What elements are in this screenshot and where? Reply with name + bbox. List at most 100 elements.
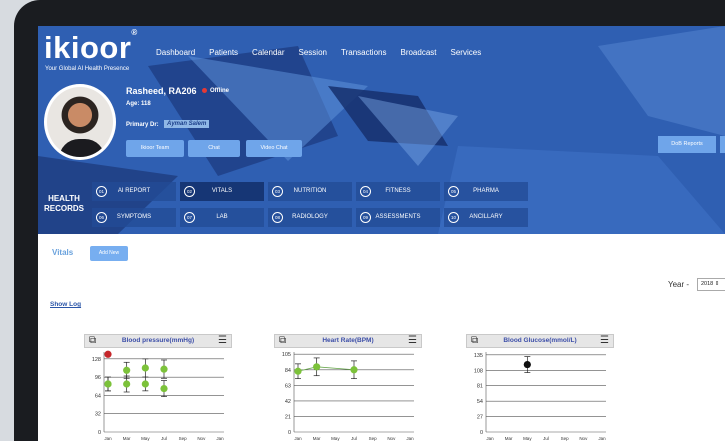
app-tagline: Your Global AI Health Presence [45, 66, 130, 72]
primary-doctor-name[interactable]: Ayman Salem [164, 120, 210, 128]
record-symptoms[interactable]: 06 SYMPTOMS [92, 208, 176, 227]
data-point [141, 380, 149, 388]
x-tick-label: Jan [216, 436, 224, 441]
record-assessments[interactable]: 09 ASSESSMENTS [356, 208, 440, 227]
x-tick-label: Mar [313, 436, 321, 441]
primary-doctor-label: Primary Dr: [126, 122, 159, 128]
patient-name: Rasheed, RA206 [126, 86, 197, 96]
dob-reports-button[interactable]: DoB Reports [658, 136, 716, 153]
chart-plot: 0 21 42 63 84 105 Jan Mar May Jul Sep Nov Jan [282, 352, 414, 441]
x-tick-label: Nov [387, 436, 396, 441]
chart-blood-pressure: ⧉ Blood pressure(mmHg) ☰ 0 32 64 96 128 Jan Ma… [84, 334, 232, 441]
x-tick-label: Sep [369, 436, 378, 441]
y-tick-label: 21 [285, 414, 291, 420]
x-tick-label: Sep [561, 436, 570, 441]
chat-button[interactable]: Chat [188, 140, 240, 157]
record-ai-report[interactable]: 01 AI REPORT [92, 182, 176, 201]
app-screen: ikioor® Your Global AI Health Presence D… [38, 26, 725, 441]
y-tick-label: 32 [95, 412, 101, 418]
y-tick-label: 135 [474, 353, 483, 359]
nav-dashboard[interactable]: Dashboard [156, 48, 195, 57]
data-point [313, 363, 321, 371]
nav-session[interactable]: Session [299, 48, 327, 57]
y-tick-label: 96 [95, 375, 101, 381]
record-fitness[interactable]: 04 FITNESS [356, 182, 440, 201]
video-chat-button[interactable]: Video Chat [246, 140, 302, 157]
health-records-label: HEALTH RECORDS [44, 194, 85, 213]
nav-services[interactable]: Services [451, 48, 482, 57]
chart-plot: 0 32 64 96 128 Jan Mar May Jul Sep Nov Jan [92, 350, 224, 441]
y-tick-label: 105 [282, 352, 291, 358]
y-tick-label: 27 [477, 415, 483, 421]
y-tick-label: 0 [288, 430, 291, 436]
data-point [350, 366, 358, 374]
data-point [123, 366, 131, 374]
chart-title: Blood pressure(mmHg) [121, 337, 195, 344]
data-point [294, 367, 302, 375]
y-tick-label: 42 [285, 399, 291, 405]
x-tick-label: Jan [104, 436, 112, 441]
x-tick-label: Sep [179, 436, 188, 441]
chart-title: Blood Glucose(mmol/L) [503, 337, 577, 344]
chart-blood-glucose: ⧉ Blood Glucose(mmol/L) ☰ 0 27 54 81 108 135 J… [466, 334, 614, 441]
nav-transactions[interactable]: Transactions [341, 48, 387, 57]
x-tick-label: May [331, 436, 340, 441]
header-edge-button[interactable] [720, 136, 725, 153]
x-tick-label: Jan [598, 436, 606, 441]
year-label: Year - [668, 280, 690, 289]
data-point [141, 364, 149, 372]
header-background-art [38, 26, 725, 234]
top-nav: Dashboard Patients Calendar Session Tran… [156, 48, 481, 57]
x-tick-label: May [141, 436, 150, 441]
chart-heart-rate: ⧉ Heart Rate(BPM) ☰ 0 21 42 63 84 105 Jan Mar Ma… [274, 334, 422, 441]
x-tick-label: Jul [351, 436, 357, 441]
patient-age: Age: 118 [126, 101, 151, 107]
x-tick-label: Mar [123, 436, 131, 441]
record-radiology[interactable]: 08 RADIOLOGY [268, 208, 352, 227]
series-line [297, 366, 355, 372]
patient-avatar [44, 84, 116, 160]
data-point [160, 384, 168, 393]
chart-plot: 0 27 54 81 108 135 Jan Mar May Jul Sep Nov Jan [474, 352, 606, 441]
y-tick-label: 63 [285, 383, 291, 389]
patient-status: Offline [210, 88, 229, 94]
menu-icon[interactable]: ☰ [408, 336, 417, 346]
patient-header: ikioor® Your Global AI Health Presence D… [38, 26, 725, 234]
app-logo[interactable]: ikioor® [44, 28, 138, 66]
record-vitals[interactable]: 02 VITALS [180, 182, 264, 201]
ikioor-team-button[interactable]: Ikioor Team [126, 140, 184, 157]
show-log-link[interactable]: Show Log [50, 301, 81, 308]
record-nutrition[interactable]: 03 NUTRITION [268, 182, 352, 201]
record-ancillary[interactable]: 10 ANCILLARY [444, 208, 528, 227]
vitals-section-title: Vitals [52, 248, 74, 257]
year-select[interactable]: 2018 ⇕ [697, 278, 725, 291]
data-point [523, 360, 531, 369]
data-point [104, 350, 112, 358]
x-tick-label: Jul [543, 436, 549, 441]
data-point [123, 380, 131, 388]
data-point [160, 365, 168, 373]
status-dot-icon [202, 88, 207, 93]
x-tick-label: Nov [579, 436, 588, 441]
y-tick-label: 0 [480, 430, 483, 436]
record-pharma[interactable]: 05 PHARMA [444, 182, 528, 201]
nav-patients[interactable]: Patients [209, 48, 238, 57]
nav-calendar[interactable]: Calendar [252, 48, 284, 57]
add-new-button[interactable]: Add New [90, 246, 128, 261]
chart-title: Heart Rate(BPM) [322, 337, 374, 344]
y-tick-label: 0 [98, 430, 101, 436]
y-tick-label: 64 [95, 393, 101, 399]
nav-broadcast[interactable]: Broadcast [400, 48, 436, 57]
y-tick-label: 81 [477, 384, 483, 390]
y-tick-label: 54 [477, 399, 483, 405]
menu-icon[interactable]: ☰ [600, 336, 609, 346]
x-tick-label: Jan [406, 436, 414, 441]
x-tick-label: Mar [505, 436, 513, 441]
y-tick-label: 84 [285, 368, 291, 374]
record-lab[interactable]: 07 LAB [180, 208, 264, 227]
menu-icon[interactable]: ☰ [218, 336, 227, 346]
x-tick-label: May [523, 436, 532, 441]
data-point [104, 380, 112, 388]
x-tick-label: Jan [486, 436, 494, 441]
x-tick-label: Jan [294, 436, 302, 441]
